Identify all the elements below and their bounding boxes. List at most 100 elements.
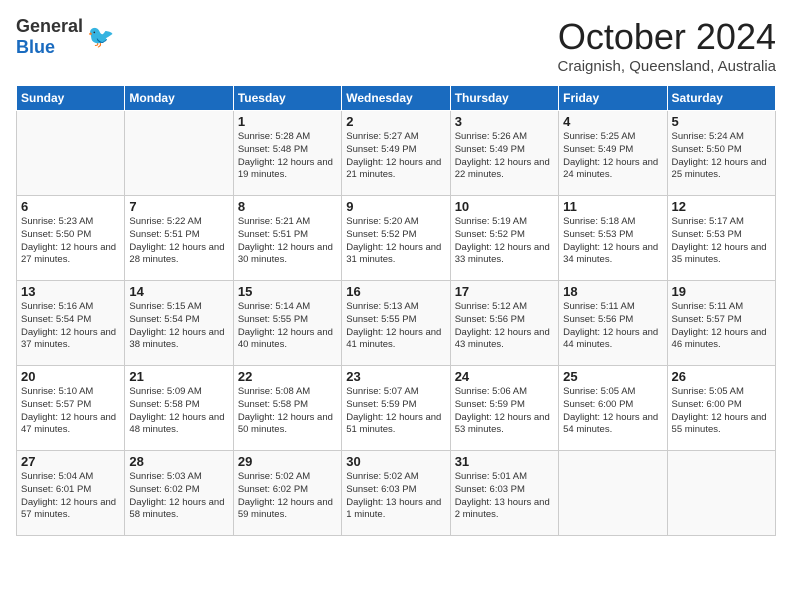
day-info: Sunrise: 5:05 AM Sunset: 6:00 PM Dayligh… (672, 386, 771, 437)
day-number: 30 (346, 454, 445, 469)
day-cell: 25 Sunrise: 5:05 AM Sunset: 6:00 PM Dayli… (559, 366, 667, 451)
day-cell: 7 Sunrise: 5:22 AM Sunset: 5:51 PM Daylig… (125, 196, 233, 281)
day-number: 28 (129, 454, 228, 469)
day-cell (125, 111, 233, 196)
calendar-subtitle: Craignish, Queensland, Australia (558, 58, 776, 75)
day-info: Sunrise: 5:03 AM Sunset: 6:02 PM Dayligh… (129, 471, 228, 522)
day-cell: 15 Sunrise: 5:14 AM Sunset: 5:55 PM Dayli… (233, 281, 341, 366)
day-number: 31 (455, 454, 554, 469)
week-row-4: 20 Sunrise: 5:10 AM Sunset: 5:57 PM Dayli… (17, 366, 776, 451)
day-cell: 21 Sunrise: 5:09 AM Sunset: 5:58 PM Dayli… (125, 366, 233, 451)
day-number: 6 (21, 199, 120, 214)
day-number: 8 (238, 199, 337, 214)
day-cell: 16Sunrise: 5:13 AM Sunset: 5:55 PM Dayli… (342, 281, 450, 366)
calendar-title: October 2024 (558, 16, 776, 58)
day-number: 11 (563, 199, 662, 214)
day-number: 14 (129, 284, 228, 299)
title-block: October 2024 Craignish, Queensland, Aust… (558, 16, 776, 75)
day-cell: 27Sunrise: 5:04 AM Sunset: 6:01 PM Dayli… (17, 451, 125, 536)
day-info: Sunrise: 5:19 AM Sunset: 5:52 PM Dayligh… (455, 216, 554, 267)
day-number: 7 (129, 199, 228, 214)
day-cell: 11 Sunrise: 5:18 AM Sunset: 5:53 PM Dayli… (559, 196, 667, 281)
day-number: 12 (672, 199, 771, 214)
day-number: 26 (672, 369, 771, 384)
day-info: Sunrise: 5:23 AM Sunset: 5:50 PM Dayligh… (21, 216, 120, 267)
logo-text: General Blue (16, 16, 83, 58)
day-info: Sunrise: 5:11 AM Sunset: 5:57 PM Dayligh… (672, 301, 771, 352)
day-cell: 6 Sunrise: 5:23 AM Sunset: 5:50 PM Daylig… (17, 196, 125, 281)
day-number: 15 (238, 284, 337, 299)
day-number: 21 (129, 369, 228, 384)
day-cell: 5Sunrise: 5:24 AM Sunset: 5:50 PM Daylig… (667, 111, 775, 196)
day-cell: 24Sunrise: 5:06 AM Sunset: 5:59 PM Dayli… (450, 366, 558, 451)
day-number: 19 (672, 284, 771, 299)
day-info: Sunrise: 5:13 AM Sunset: 5:55 PM Dayligh… (346, 301, 445, 352)
day-cell: 19 Sunrise: 5:11 AM Sunset: 5:57 PM Dayli… (667, 281, 775, 366)
column-header-thursday: Thursday (450, 86, 558, 111)
day-cell: 14 Sunrise: 5:15 AM Sunset: 5:54 PM Dayli… (125, 281, 233, 366)
day-info: Sunrise: 5:15 AM Sunset: 5:54 PM Dayligh… (129, 301, 228, 352)
day-number: 18 (563, 284, 662, 299)
day-cell: 28 Sunrise: 5:03 AM Sunset: 6:02 PM Dayli… (125, 451, 233, 536)
day-info: Sunrise: 5:22 AM Sunset: 5:51 PM Dayligh… (129, 216, 228, 267)
day-info: Sunrise: 5:28 AM Sunset: 5:48 PM Dayligh… (238, 131, 337, 182)
day-cell: 4 Sunrise: 5:25 AM Sunset: 5:49 PM Daylig… (559, 111, 667, 196)
day-cell: 10 Sunrise: 5:19 AM Sunset: 5:52 PM Dayli… (450, 196, 558, 281)
day-number: 23 (346, 369, 445, 384)
day-cell: 26 Sunrise: 5:05 AM Sunset: 6:00 PM Dayli… (667, 366, 775, 451)
day-info: Sunrise: 5:12 AM Sunset: 5:56 PM Dayligh… (455, 301, 554, 352)
day-number: 2 (346, 114, 445, 129)
day-info: Sunrise: 5:27 AM Sunset: 5:49 PM Dayligh… (346, 131, 445, 182)
calendar-header-row: SundayMondayTuesdayWednesdayThursdayFrid… (17, 86, 776, 111)
day-number: 1 (238, 114, 337, 129)
day-cell: 30Sunrise: 5:02 AM Sunset: 6:03 PM Dayli… (342, 451, 450, 536)
day-number: 3 (455, 114, 554, 129)
day-info: Sunrise: 5:25 AM Sunset: 5:49 PM Dayligh… (563, 131, 662, 182)
day-cell: 3Sunrise: 5:26 AM Sunset: 5:49 PM Daylig… (450, 111, 558, 196)
calendar-table: SundayMondayTuesdayWednesdayThursdayFrid… (16, 85, 776, 536)
day-info: Sunrise: 5:05 AM Sunset: 6:00 PM Dayligh… (563, 386, 662, 437)
day-info: Sunrise: 5:09 AM Sunset: 5:58 PM Dayligh… (129, 386, 228, 437)
week-row-5: 27Sunrise: 5:04 AM Sunset: 6:01 PM Dayli… (17, 451, 776, 536)
day-cell: 1 Sunrise: 5:28 AM Sunset: 5:48 PM Daylig… (233, 111, 341, 196)
day-info: Sunrise: 5:11 AM Sunset: 5:56 PM Dayligh… (563, 301, 662, 352)
day-number: 17 (455, 284, 554, 299)
day-number: 10 (455, 199, 554, 214)
day-number: 22 (238, 369, 337, 384)
logo: General Blue 🐦 (16, 16, 114, 58)
day-cell: 2 Sunrise: 5:27 AM Sunset: 5:49 PM Daylig… (342, 111, 450, 196)
logo-general: General (16, 16, 83, 36)
day-cell (559, 451, 667, 536)
day-number: 9 (346, 199, 445, 214)
day-cell: 13Sunrise: 5:16 AM Sunset: 5:54 PM Dayli… (17, 281, 125, 366)
day-cell: 20 Sunrise: 5:10 AM Sunset: 5:57 PM Dayli… (17, 366, 125, 451)
day-info: Sunrise: 5:21 AM Sunset: 5:51 PM Dayligh… (238, 216, 337, 267)
page-header: General Blue 🐦 October 2024 Craignish, Q… (16, 16, 776, 75)
logo-blue: Blue (16, 37, 55, 57)
day-info: Sunrise: 5:14 AM Sunset: 5:55 PM Dayligh… (238, 301, 337, 352)
column-header-saturday: Saturday (667, 86, 775, 111)
day-number: 13 (21, 284, 120, 299)
day-info: Sunrise: 5:02 AM Sunset: 6:02 PM Dayligh… (238, 471, 337, 522)
week-row-1: 1 Sunrise: 5:28 AM Sunset: 5:48 PM Daylig… (17, 111, 776, 196)
day-number: 25 (563, 369, 662, 384)
day-cell: 23Sunrise: 5:07 AM Sunset: 5:59 PM Dayli… (342, 366, 450, 451)
column-header-monday: Monday (125, 86, 233, 111)
day-info: Sunrise: 5:18 AM Sunset: 5:53 PM Dayligh… (563, 216, 662, 267)
day-number: 4 (563, 114, 662, 129)
day-info: Sunrise: 5:01 AM Sunset: 6:03 PM Dayligh… (455, 471, 554, 522)
day-cell: 12 Sunrise: 5:17 AM Sunset: 5:53 PM Dayli… (667, 196, 775, 281)
column-header-wednesday: Wednesday (342, 86, 450, 111)
day-info: Sunrise: 5:08 AM Sunset: 5:58 PM Dayligh… (238, 386, 337, 437)
column-header-tuesday: Tuesday (233, 86, 341, 111)
day-info: Sunrise: 5:06 AM Sunset: 5:59 PM Dayligh… (455, 386, 554, 437)
week-row-3: 13Sunrise: 5:16 AM Sunset: 5:54 PM Dayli… (17, 281, 776, 366)
day-info: Sunrise: 5:10 AM Sunset: 5:57 PM Dayligh… (21, 386, 120, 437)
day-info: Sunrise: 5:17 AM Sunset: 5:53 PM Dayligh… (672, 216, 771, 267)
day-cell: 9Sunrise: 5:20 AM Sunset: 5:52 PM Daylig… (342, 196, 450, 281)
day-number: 20 (21, 369, 120, 384)
day-cell: 8 Sunrise: 5:21 AM Sunset: 5:51 PM Daylig… (233, 196, 341, 281)
day-number: 29 (238, 454, 337, 469)
logo-bird-icon: 🐦 (87, 24, 114, 50)
day-cell: 29 Sunrise: 5:02 AM Sunset: 6:02 PM Dayli… (233, 451, 341, 536)
